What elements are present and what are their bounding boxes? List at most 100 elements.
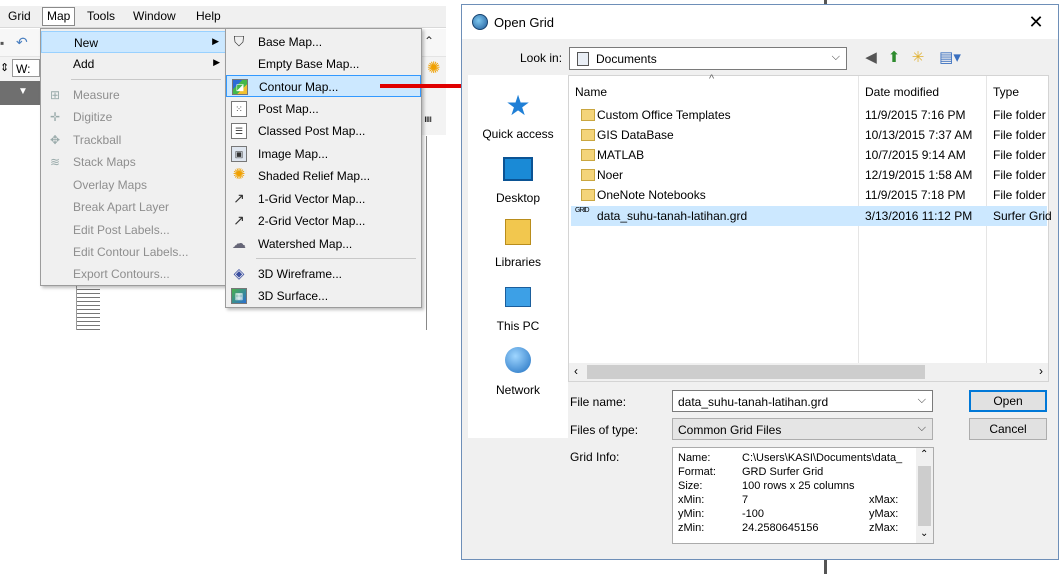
grid-file-icon: GRID [575, 207, 589, 214]
menu-separator [256, 258, 416, 259]
app-icon [472, 14, 488, 30]
close-icon[interactable]: ✕ [1024, 10, 1048, 34]
menu-item-label: Measure [73, 88, 120, 102]
new-folder-icon[interactable]: ✳ [909, 49, 927, 67]
menu-grid[interactable]: Grid [8, 9, 31, 23]
ruler-icon: ⊞ [49, 88, 61, 102]
cancel-button[interactable]: Cancel [969, 418, 1047, 440]
menu-item-edit-contour-labels[interactable]: Edit Contour Labels... [41, 241, 227, 263]
file-name-label: File name: [570, 395, 627, 409]
submenu-item-1-grid-vector-map[interactable]: ↗ 1-Grid Vector Map... [226, 188, 421, 210]
menu-item-add[interactable]: Add ▶ [41, 53, 227, 75]
submenu-item-classed-post-map[interactable]: ☰ Classed Post Map... [226, 120, 421, 142]
window-edge [824, 560, 827, 574]
back-icon[interactable]: ◀ [862, 49, 880, 67]
scroll-right-icon[interactable]: › [1039, 364, 1043, 378]
menu-item-overlay-maps[interactable]: Overlay Maps [41, 174, 227, 196]
grid-info-label: Grid Info: [570, 450, 620, 464]
submenu-item-image-map[interactable]: ▣ Image Map... [226, 143, 421, 165]
toolbar-icon[interactable]: ▪ [0, 36, 4, 50]
chevron-up-icon[interactable]: ⌃ [424, 34, 434, 48]
submenu-item-empty-base-map[interactable]: Empty Base Map... [226, 53, 421, 75]
grid-info-zmin-value: 24.2580645156 [742, 522, 819, 534]
watershed-map-icon: ☁ [232, 235, 246, 251]
file-row-selected[interactable]: GRID data_suhu-tanah-latihan.grd 3/13/20… [571, 206, 1052, 226]
menu-item-trackball[interactable]: ✥ Trackball [41, 129, 227, 151]
menu-item-measure[interactable]: ⊞ Measure [41, 84, 227, 106]
file-row[interactable]: Noer 12/19/2015 1:58 AM File folder [571, 165, 1047, 185]
menu-item-label: New [74, 36, 99, 50]
grid-info-scrollbar[interactable]: ⌃ ⌄ [916, 448, 933, 543]
menu-item-label: Add [73, 57, 95, 71]
menu-item-stack-maps[interactable]: ≋ Stack Maps [41, 151, 227, 173]
file-date: 10/7/2015 9:14 AM [865, 148, 966, 162]
menu-item-new[interactable]: New ▶ [41, 31, 227, 53]
file-type: File folder [993, 188, 1046, 202]
submenu-item-shaded-relief-map[interactable]: ✺ Shaded Relief Map... [226, 165, 421, 187]
shaded-relief-icon[interactable]: ✺ [427, 58, 440, 78]
submenu-item-3d-wireframe[interactable]: ◈ 3D Wireframe... [226, 263, 421, 285]
menu-separator [71, 79, 221, 80]
menu-item-export-contours[interactable]: Export Contours... [41, 263, 227, 285]
post-map-icon: ⁙ [231, 101, 247, 117]
menu-item-edit-post-labels[interactable]: Edit Post Labels... [41, 219, 227, 241]
grid-info-ymin-label: yMin: [678, 508, 705, 520]
chevron-down-icon[interactable]: ⌵ [918, 394, 926, 407]
place-libraries[interactable]: Libraries [468, 215, 568, 275]
place-quick-access[interactable]: ★ Quick access [468, 87, 568, 147]
file-row[interactable]: GIS DataBase 10/13/2015 7:37 AM File fol… [571, 125, 1047, 145]
view-menu-icon[interactable]: ▤▾ [936, 49, 964, 67]
file-row[interactable]: MATLAB 10/7/2015 9:14 AM File folder [571, 145, 1047, 165]
folder-icon [581, 169, 595, 181]
scroll-left-icon[interactable]: ‹ [574, 364, 578, 378]
chevron-down-icon: ⌵ [917, 422, 926, 434]
menu-window[interactable]: Window [133, 9, 176, 23]
place-network[interactable]: Network [468, 343, 568, 403]
up-folder-icon[interactable]: ⬆ [885, 49, 903, 67]
column-header-name[interactable]: Name [575, 85, 607, 99]
width-field[interactable]: W: [12, 59, 40, 77]
file-row[interactable]: Custom Office Templates 11/9/2015 7:16 P… [571, 105, 1047, 125]
menu-item-break-apart-layer[interactable]: Break Apart Layer [41, 196, 227, 218]
submenu-item-post-map[interactable]: ⁙ Post Map... [226, 98, 421, 120]
scrollbar-thumb[interactable] [587, 365, 925, 379]
dropdown-icon[interactable]: ▼ [18, 86, 28, 97]
file-name-field[interactable]: data_suhu-tanah-latihan.grd ⌵ [672, 390, 933, 412]
menu-map[interactable]: Map [42, 7, 76, 26]
submenu-item-label: 1-Grid Vector Map... [258, 192, 366, 206]
submenu-item-label: Base Map... [258, 35, 323, 49]
grid-info-box: Name: C:\Users\KASI\Documents\data_ Form… [672, 447, 934, 544]
column-header-type[interactable]: Type [993, 85, 1019, 99]
submenu-item-2-grid-vector-map[interactable]: ↗ 2-Grid Vector Map... [226, 210, 421, 232]
file-type-select[interactable]: Common Grid Files ⌵ [672, 418, 933, 440]
wireframe-icon: ◈ [233, 265, 245, 281]
submenu-item-watershed-map[interactable]: ☁ Watershed Map... [226, 233, 421, 255]
undo-icon[interactable]: ↶ [16, 34, 28, 51]
places-bar: ★ Quick access Desktop Libraries This PC… [468, 75, 568, 438]
vertical-ruler [76, 286, 100, 330]
menu-help[interactable]: Help [196, 9, 221, 23]
place-desktop[interactable]: Desktop [468, 151, 568, 211]
menu-item-label: Trackball [73, 133, 122, 147]
toolbar-row-3: ▼ [0, 81, 40, 105]
scrollbar-thumb[interactable] [918, 466, 931, 526]
file-type: File folder [993, 108, 1046, 122]
menu-item-digitize[interactable]: ✛ Digitize [41, 106, 227, 128]
file-row[interactable]: OneNote Notebooks 11/9/2015 7:18 PM File… [571, 185, 1047, 205]
place-this-pc[interactable]: This PC [468, 279, 568, 339]
file-date: 10/13/2015 7:37 AM [865, 128, 973, 142]
grid-info-xmin-value: 7 [742, 494, 749, 506]
scroll-up-icon[interactable]: ⌃ [920, 449, 928, 460]
menu-tools[interactable]: Tools [87, 9, 115, 23]
open-button[interactable]: Open [969, 390, 1047, 412]
menubar: Grid Map Tools Window Help [0, 6, 446, 28]
horizontal-scrollbar[interactable]: ‹ › [569, 363, 1048, 381]
submenu-item-3d-surface[interactable]: ▦ 3D Surface... [226, 285, 421, 307]
column-header-date[interactable]: Date modified [865, 85, 939, 99]
toolbar-combo[interactable]: ⇕ [0, 61, 9, 74]
look-in-combo[interactable]: Documents ⌵ [569, 47, 847, 70]
crosshair-icon: ✛ [49, 110, 61, 124]
scroll-down-icon[interactable]: ⌄ [920, 528, 928, 539]
submenu-item-base-map[interactable]: ⛉ Base Map... [226, 31, 421, 53]
grid-info-ymax-label: yMax: [869, 508, 899, 520]
